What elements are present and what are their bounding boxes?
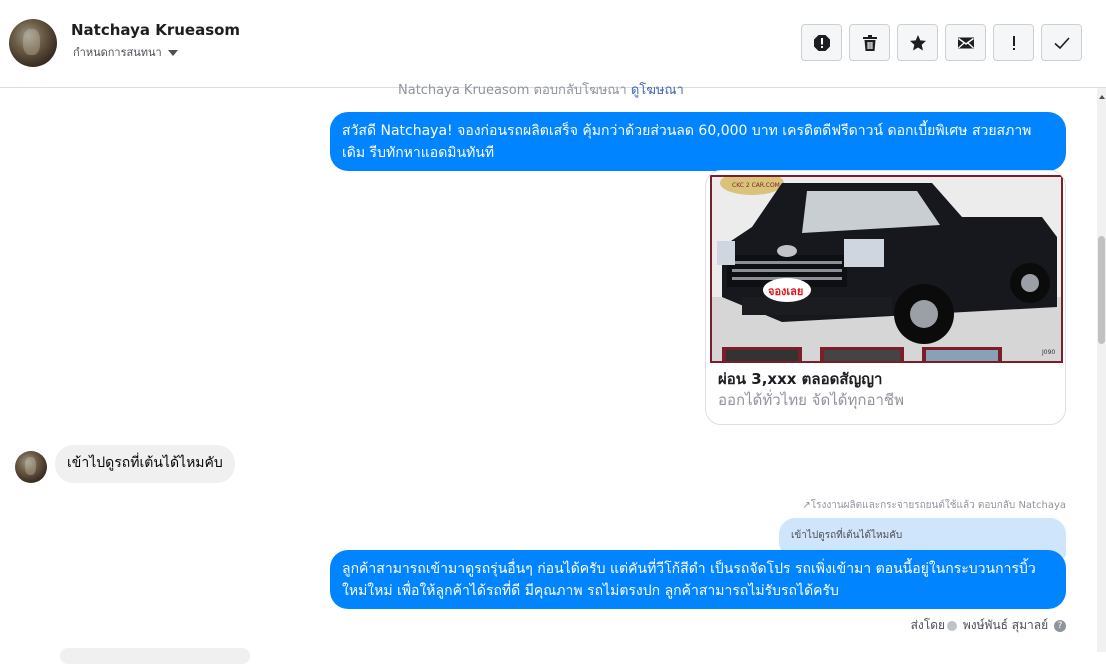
scroll-up-arrow-icon[interactable] — [1099, 95, 1105, 99]
view-ad-link[interactable]: ดูโฆษณา — [631, 83, 684, 98]
mark-done-button[interactable] — [1041, 24, 1082, 61]
sender-dot-icon — [947, 620, 958, 631]
ad-card[interactable]: CKC 2 CAR.COM จองเลย J090 ผ่อน 3,xxx ตลอ… — [705, 170, 1066, 425]
conversation-settings-label: กำหนดการสนทนา — [73, 46, 162, 59]
message-text: เข้าไปดูรถที่เต้นได้ไหมคับ — [67, 455, 223, 471]
dealer-logo: CKC 2 CAR.COM — [732, 182, 780, 189]
message-text: สวัสดี Natchaya! จองก่อนรถผลิตเสร็จ คุ้ม… — [342, 123, 1032, 161]
spam-icon — [813, 34, 830, 51]
sender-avatar[interactable] — [15, 451, 47, 483]
contact-avatar[interactable] — [9, 19, 57, 67]
header-actions — [801, 24, 1082, 61]
star-button[interactable] — [897, 24, 938, 61]
ad-reply-text: Natchaya Krueasom ตอบกลับโฆษณา — [398, 83, 627, 98]
caret-down-icon — [167, 50, 178, 56]
contact-name[interactable]: Natchaya Krueasom — [71, 21, 240, 39]
check-icon — [1053, 36, 1070, 49]
ad-image[interactable]: CKC 2 CAR.COM จองเลย J090 — [710, 175, 1063, 363]
stock-code: J090 — [1041, 349, 1055, 356]
conversation-header: Natchaya Krueasom กำหนดการสนทนา — [0, 0, 1106, 88]
quoted-text: เข้าไปดูรถที่เต้นได้ไหมคับ — [791, 530, 903, 541]
sent-by-label: ส่งโดย — [910, 618, 946, 632]
trash-icon — [862, 34, 877, 51]
incoming-message: เข้าไปดูรถที่เต้นได้ไหมคับ — [55, 445, 235, 483]
scrollbar[interactable] — [1097, 88, 1106, 652]
exclaim-icon — [1012, 35, 1015, 50]
mail-icon — [957, 37, 974, 48]
mark-unread-button[interactable] — [945, 24, 986, 61]
follow-up-button[interactable] — [993, 24, 1034, 61]
incoming-message-partial — [60, 648, 250, 664]
help-icon[interactable]: ? — [1054, 619, 1066, 632]
scrollbar-thumb[interactable] — [1098, 236, 1105, 344]
mark-spam-button[interactable] — [801, 24, 842, 61]
truck-photo: CKC 2 CAR.COM จองเลย J090 — [712, 177, 1061, 361]
delete-button[interactable] — [849, 24, 890, 61]
outgoing-message: สวัสดี Natchaya! จองก่อนรถผลิตเสร็จ คุ้ม… — [330, 112, 1066, 171]
ad-reply-context: Natchaya Krueasom ตอบกลับโฆษณา ดูโฆษณา — [398, 79, 684, 100]
outgoing-message-reply: ลูกค้าสามารถเข้ามาดูรถรุ่นอื่นๆ ก่อนได้ค… — [330, 550, 1066, 609]
ad-subtitle: ออกได้ทั่วไทย จัดได้ทุกอาชีพ — [718, 391, 904, 409]
star-icon — [909, 34, 926, 50]
message-text: ลูกค้าสามารถเข้ามาดูรถรุ่นอื่นๆ ก่อนได้ค… — [342, 561, 1036, 599]
sender-name[interactable]: พงษ์พันธ์ สุมาลย์ — [963, 618, 1048, 632]
conversation-settings-dropdown[interactable]: กำหนดการสนทนา — [73, 43, 178, 61]
book-now-badge: จองเลย — [768, 285, 803, 298]
reply-context: ↗โรงงานผลิตและกระจายรถยนต์ใช้แล้ว ตอบกลั… — [802, 500, 1066, 511]
sent-by: ส่งโดย พงษ์พันธ์ สุมาลย์ ? — [911, 616, 1066, 635]
